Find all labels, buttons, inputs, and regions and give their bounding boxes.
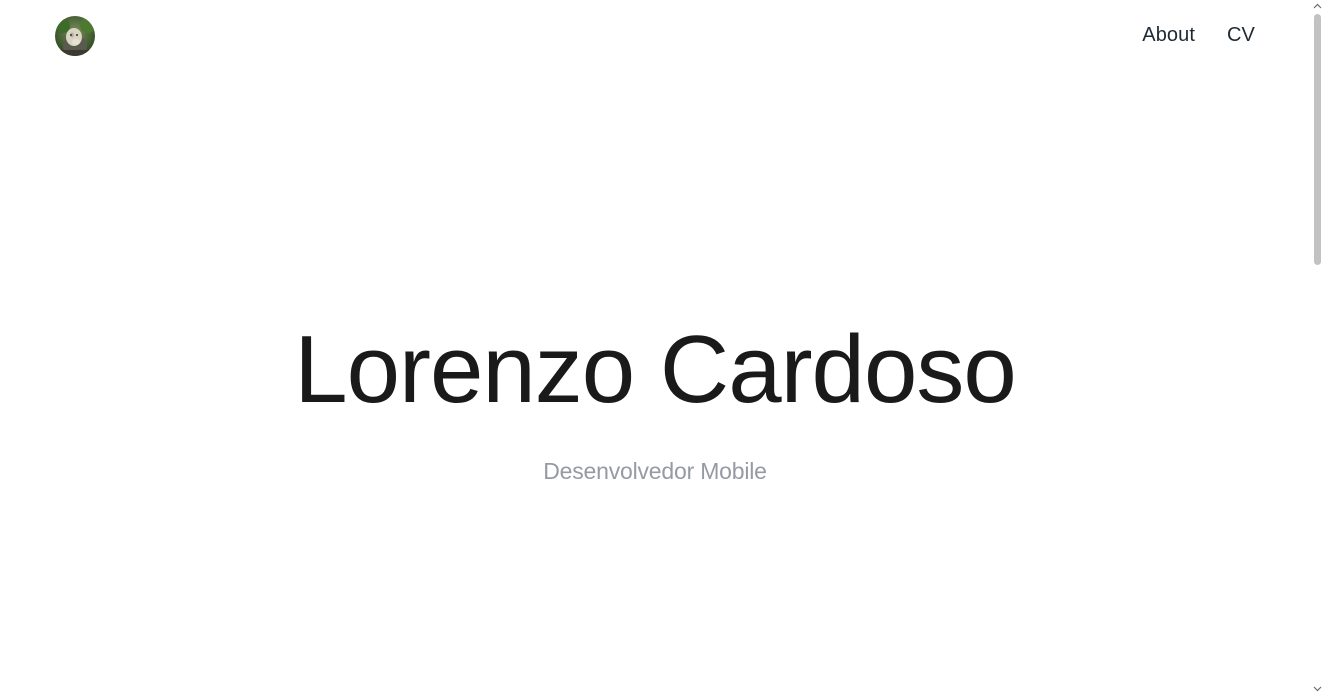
page-subtitle: Desenvolvedor Mobile [543,458,767,484]
vertical-scrollbar[interactable] [1310,0,1325,695]
avatar-photo-icon [55,16,95,56]
chevron-down-icon[interactable] [1313,684,1322,693]
nav-link-cv[interactable]: CV [1227,24,1255,47]
avatar[interactable] [55,16,95,56]
chevron-up-icon[interactable] [1313,2,1322,11]
scrollbar-thumb[interactable] [1314,14,1321,265]
nav-link-about[interactable]: About [1142,24,1195,47]
main-nav: About CV [1142,24,1255,47]
page-title: Lorenzo Cardoso [294,316,1016,423]
hero-section: Lorenzo Cardoso Desenvolvedor Mobile [0,316,1310,485]
page: About CV Lorenzo Cardoso Desenvolvedor M… [0,0,1325,695]
site-header: About CV [0,0,1310,72]
